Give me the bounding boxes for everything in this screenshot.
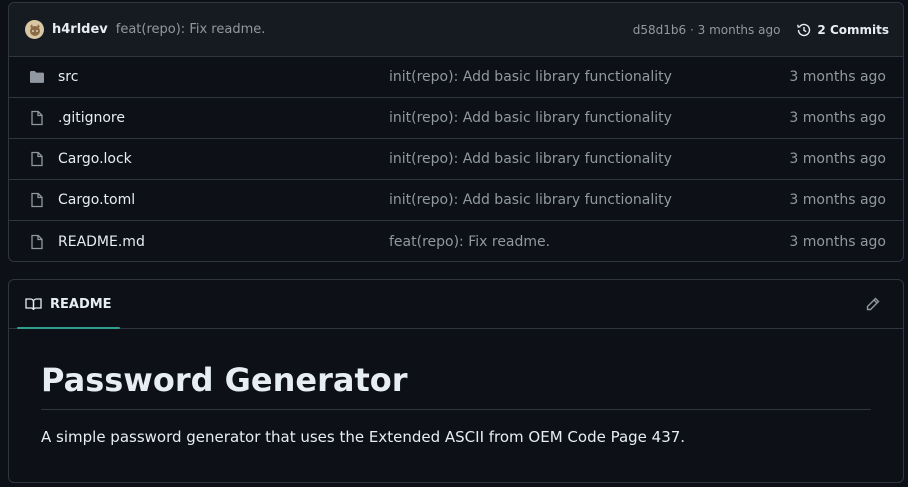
file-name[interactable]: .gitignore bbox=[58, 110, 389, 126]
file-commit-message[interactable]: init(repo): Add basic library functional… bbox=[389, 69, 789, 85]
meta-separator: · bbox=[689, 22, 694, 37]
file-row-src[interactable]: src init(repo): Add basic library functi… bbox=[9, 57, 903, 98]
file-commit-message[interactable]: init(repo): Add basic library functional… bbox=[389, 110, 789, 126]
file-commit-message[interactable]: feat(repo): Fix readme. bbox=[389, 234, 789, 250]
file-name[interactable]: Cargo.lock bbox=[58, 151, 389, 167]
file-row-cargo-lock[interactable]: Cargo.lock init(repo): Add basic library… bbox=[9, 139, 903, 180]
commit-author[interactable]: h4rldev bbox=[52, 22, 108, 37]
readme-title: Password Generator bbox=[41, 361, 871, 410]
commit-hash[interactable]: d58d1b6 bbox=[633, 23, 686, 37]
file-row-readme[interactable]: README.md feat(repo): Fix readme. 3 mont… bbox=[9, 221, 903, 261]
file-commit-message[interactable]: init(repo): Add basic library functional… bbox=[389, 192, 789, 208]
file-commit-message[interactable]: init(repo): Add basic library functional… bbox=[389, 151, 789, 167]
readme-tab-label: README bbox=[50, 296, 112, 312]
file-row-cargo-toml[interactable]: Cargo.toml init(repo): Add basic library… bbox=[9, 180, 903, 221]
file-icon bbox=[16, 110, 58, 126]
latest-commit-bar: h4rldev feat(repo): Fix readme. d58d1b6 … bbox=[9, 3, 903, 57]
commit-message[interactable]: feat(repo): Fix readme. bbox=[116, 22, 266, 37]
readme-panel: README Password Generator A simple passw… bbox=[8, 279, 904, 483]
file-age: 3 months ago bbox=[789, 151, 886, 167]
file-icon bbox=[16, 151, 58, 167]
readme-content: Password Generator A simple password gen… bbox=[9, 361, 903, 446]
file-icon bbox=[16, 192, 58, 208]
tab-readme[interactable]: README bbox=[17, 280, 120, 329]
file-icon bbox=[16, 234, 58, 250]
file-name[interactable]: Cargo.toml bbox=[58, 192, 389, 208]
history-icon bbox=[797, 23, 811, 36]
pencil-icon[interactable] bbox=[865, 296, 881, 316]
readme-description: A simple password generator that uses th… bbox=[41, 428, 686, 446]
file-name[interactable]: src bbox=[58, 69, 389, 85]
file-row-gitignore[interactable]: .gitignore init(repo): Add basic library… bbox=[9, 98, 903, 139]
file-age: 3 months ago bbox=[789, 192, 886, 208]
commit-meta: d58d1b6 · 3 months ago bbox=[633, 23, 781, 37]
readme-header: README bbox=[9, 280, 903, 329]
file-age: 3 months ago bbox=[789, 233, 886, 250]
commits-link[interactable]: 2 Commits bbox=[796, 22, 889, 38]
book-icon bbox=[25, 298, 42, 311]
avatar[interactable] bbox=[25, 20, 44, 39]
commits-count: 2 Commits bbox=[817, 22, 889, 37]
file-name[interactable]: README.md bbox=[58, 234, 389, 250]
file-age: 3 months ago bbox=[789, 110, 886, 126]
commit-age: 3 months ago bbox=[697, 22, 781, 37]
folder-icon bbox=[16, 69, 58, 85]
file-browser: h4rldev feat(repo): Fix readme. d58d1b6 … bbox=[8, 2, 904, 262]
file-age: 3 months ago bbox=[789, 69, 886, 85]
